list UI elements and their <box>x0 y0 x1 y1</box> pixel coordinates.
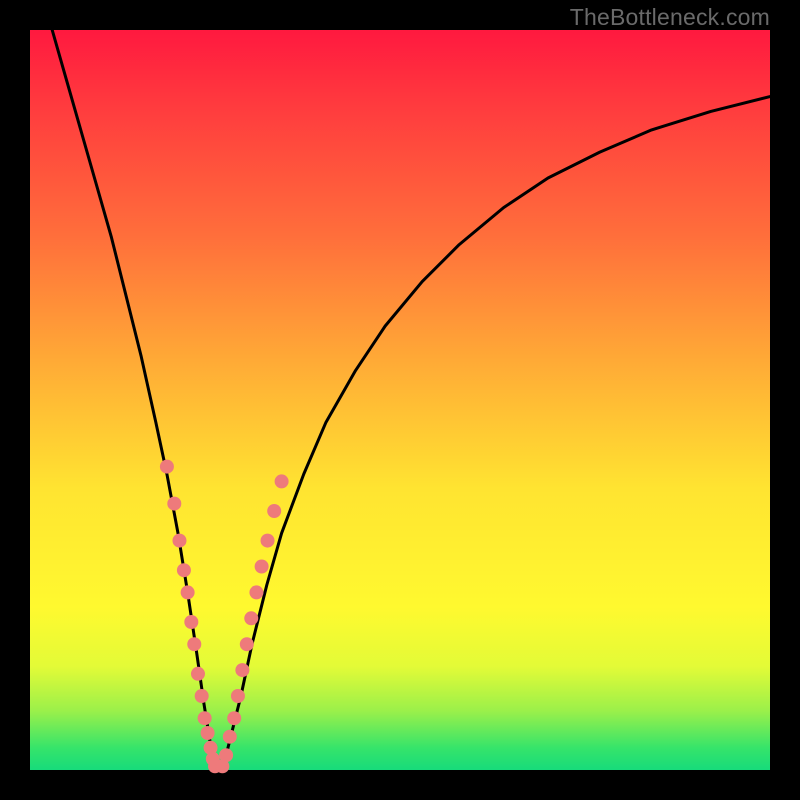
data-point <box>249 585 263 599</box>
data-point <box>255 560 269 574</box>
data-point <box>275 474 289 488</box>
data-point <box>227 711 241 725</box>
data-point <box>191 667 205 681</box>
data-point <box>240 637 254 651</box>
plot-area <box>30 30 770 770</box>
data-point <box>204 741 218 755</box>
data-point <box>184 615 198 629</box>
data-point <box>223 730 237 744</box>
data-point <box>219 748 233 762</box>
data-point <box>198 711 212 725</box>
data-point <box>261 534 275 548</box>
data-point <box>208 759 222 773</box>
data-point <box>160 460 174 474</box>
data-point <box>181 585 195 599</box>
data-point <box>195 689 209 703</box>
data-point <box>267 504 281 518</box>
outer-frame: TheBottleneck.com <box>0 0 800 800</box>
curve-svg <box>30 30 770 770</box>
data-point <box>187 637 201 651</box>
data-point <box>167 497 181 511</box>
data-point <box>244 611 258 625</box>
data-point <box>177 563 191 577</box>
data-point <box>235 663 249 677</box>
data-point <box>215 759 229 773</box>
data-point <box>206 752 220 766</box>
data-point <box>231 689 245 703</box>
data-point <box>201 726 215 740</box>
data-point <box>172 534 186 548</box>
bottleneck-curve <box>52 30 770 770</box>
watermark-text: TheBottleneck.com <box>570 4 770 31</box>
